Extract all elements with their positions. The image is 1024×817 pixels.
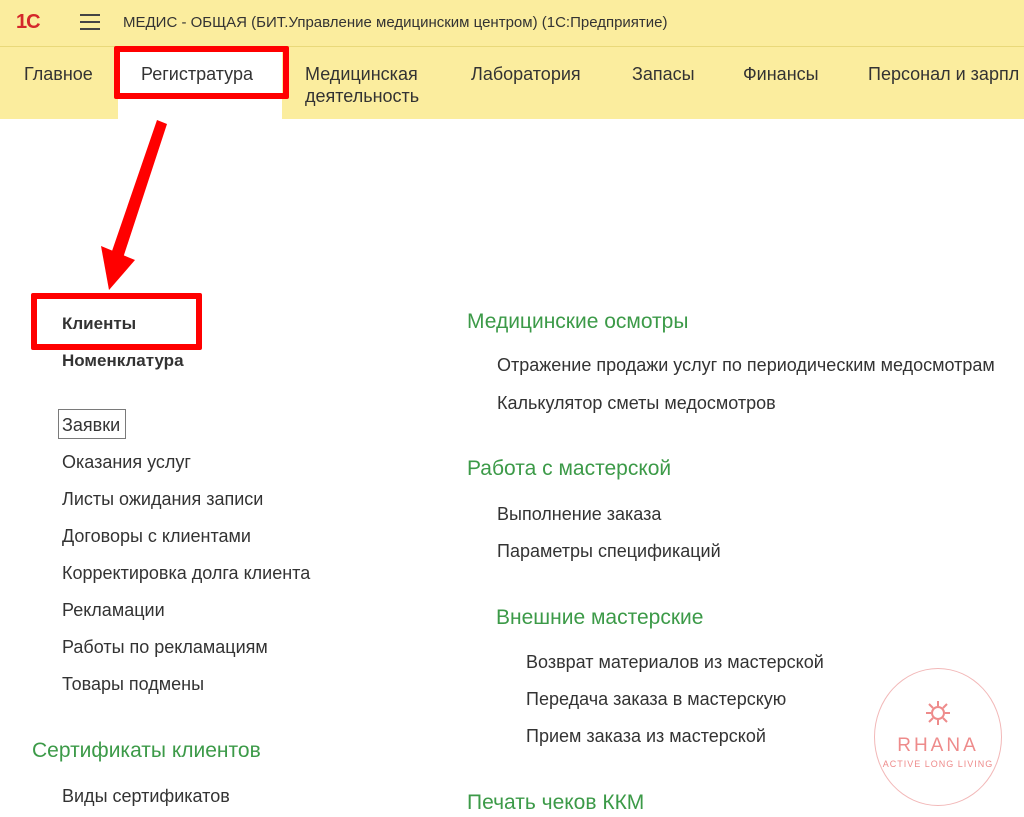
link-order-execution[interactable]: Выполнение заказа [497, 504, 661, 525]
clients-highlight-box [31, 293, 202, 350]
section-title-certificates: Сертификаты клиентов [32, 739, 261, 762]
section-title-kkm-receipts: Печать чеков ККМ [467, 791, 645, 814]
link-requests[interactable]: Заявки [62, 415, 120, 436]
menu-item-medical-activity[interactable]: Медицинская деятельность [305, 63, 445, 107]
watermark-tagline: ACTIVE LONG LIVING [882, 759, 994, 769]
menu-item-personnel[interactable]: Персонал и зарпл [868, 63, 1019, 85]
menu-item-finance[interactable]: Финансы [743, 63, 819, 85]
link-periodic-exam-sales[interactable]: Отражение продажи услуг по периодическим… [497, 355, 995, 376]
virus-icon [926, 701, 950, 725]
section-title-medical-exams: Медицинские осмотры [467, 310, 689, 333]
menu-item-main[interactable]: Главное [24, 63, 93, 85]
link-exam-estimate-calculator[interactable]: Калькулятор сметы медосмотров [497, 393, 776, 414]
section-title-workshop: Работа с мастерской [467, 457, 672, 480]
link-client-contracts[interactable]: Договоры с клиентами [62, 526, 251, 547]
link-debt-adjustment[interactable]: Корректировка долга клиента [62, 563, 310, 584]
1c-logo-icon: 1С [16, 11, 41, 33]
hamburger-menu-icon[interactable] [80, 14, 100, 30]
link-nomenclature[interactable]: Номенклатура [62, 351, 184, 371]
link-complaint-works[interactable]: Работы по рекламациям [62, 637, 268, 658]
link-order-reception[interactable]: Прием заказа из мастерской [526, 726, 766, 747]
title-bar: 1С МЕДИС - ОБЩАЯ (БИТ.Управление медицин… [0, 0, 1024, 47]
section-title-external-workshops: Внешние мастерские [496, 606, 704, 629]
annotation-arrow-icon [101, 120, 167, 290]
menu-item-laboratory[interactable]: Лаборатория [471, 63, 581, 85]
menu-item-stock[interactable]: Запасы [632, 63, 695, 85]
rhana-watermark: RHANA ACTIVE LONG LIVING [874, 668, 1002, 806]
window-title: МЕДИС - ОБЩАЯ (БИТ.Управление медицински… [123, 14, 668, 31]
link-materials-return[interactable]: Возврат материалов из мастерской [526, 652, 824, 673]
link-certificate-types[interactable]: Виды сертификатов [62, 786, 230, 807]
link-order-transfer[interactable]: Передача заказа в мастерскую [526, 689, 786, 710]
tab-highlight-box [114, 46, 289, 99]
watermark-name: RHANA [897, 735, 979, 756]
link-spec-parameters[interactable]: Параметры спецификаций [497, 541, 721, 562]
link-service-provisions[interactable]: Оказания услуг [62, 452, 191, 473]
link-replacement-goods[interactable]: Товары подмены [62, 674, 204, 695]
link-waiting-lists[interactable]: Листы ожидания записи [62, 489, 263, 510]
link-complaints[interactable]: Рекламации [62, 600, 165, 621]
